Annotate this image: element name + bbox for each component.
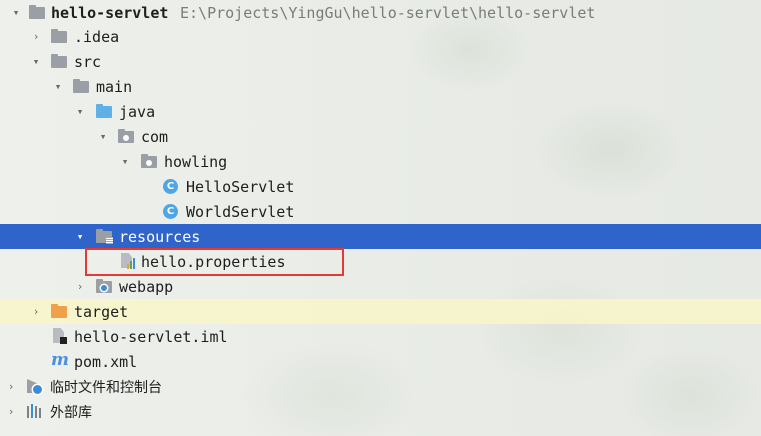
tree-item-pom[interactable]: m pom.xml [0,349,761,374]
tree-item-label: 外部库 [50,404,92,421]
class-icon: C [162,179,180,195]
tree-item-label: webapp [119,277,174,296]
excluded-folder-icon [50,303,68,319]
tree-item-helloservlet[interactable]: C HelloServlet [0,174,761,199]
tree-item-label: java [119,102,156,121]
tree-item-label: pom.xml [74,352,138,371]
tree-root-row[interactable]: ▾ hello-servlet E:\Projects\YingGu\hello… [0,0,761,25]
tree-item-external-libraries[interactable]: › 外部库 [0,399,761,424]
tree-item-howling[interactable]: ▾ howling [0,149,761,174]
maven-icon: m [51,350,69,370]
tree-item-label: howling [164,152,228,171]
chevron-down-icon[interactable]: ▾ [8,5,24,21]
tree-item-label: .idea [74,27,120,46]
tree-item-iml[interactable]: hello-servlet.iml [0,324,761,349]
iml-file-icon [50,328,68,344]
tree-item-label: 临时文件和控制台 [50,379,162,396]
libraries-icon [26,403,44,419]
tree-item-target[interactable]: › target [0,299,761,324]
tree-item-worldservlet[interactable]: C WorldServlet [0,199,761,224]
folder-icon [72,78,90,94]
tree-item-label: main [96,77,133,96]
chevron-right-icon[interactable]: › [72,279,88,295]
tree-item-com[interactable]: ▾ com [0,124,761,149]
folder-icon [50,28,68,44]
chevron-right-icon[interactable]: › [28,304,44,320]
scratches-icon [26,378,44,394]
package-icon [140,153,158,169]
tree-item-resources[interactable]: ▾ resources [0,224,761,249]
tree-item-label: hello-servlet.iml [74,327,228,346]
chevron-down-icon[interactable]: ▾ [50,79,66,95]
folder-icon [50,53,68,69]
tree-item-scratches[interactable]: › 临时文件和控制台 [0,374,761,399]
tree-item-idea[interactable]: › .idea [0,24,761,49]
package-icon [117,128,135,144]
project-name: hello-servlet [51,3,169,22]
tree-item-label: resources [119,227,201,246]
chevron-down-icon[interactable]: ▾ [95,129,111,145]
project-path: E:\Projects\YingGu\hello-servlet\hello-s… [180,3,596,22]
chevron-down-icon[interactable]: ▾ [117,154,133,170]
tree-item-java[interactable]: ▾ java [0,99,761,124]
class-icon: C [162,204,180,220]
source-folder-icon [95,103,113,119]
tree-item-main[interactable]: ▾ main [0,74,761,99]
tree-item-src[interactable]: ▾ src [0,49,761,74]
annotation-highlight-box [85,248,344,276]
chevron-down-icon[interactable]: ▾ [72,104,88,120]
tree-item-label: WorldServlet [186,202,295,221]
chevron-right-icon[interactable]: › [3,379,19,395]
chevron-right-icon[interactable]: › [28,29,44,45]
tree-item-label: HelloServlet [186,177,295,196]
tree-item-label: src [74,52,102,71]
tree-item-label: target [74,302,129,321]
resources-folder-icon [95,228,113,244]
chevron-down-icon[interactable]: ▾ [72,229,88,245]
tree-item-label: com [141,127,169,146]
chevron-right-icon[interactable]: › [3,404,19,420]
tree-item-webapp[interactable]: › webapp [0,274,761,299]
chevron-down-icon[interactable]: ▾ [28,54,44,70]
folder-icon [28,4,46,20]
web-folder-icon [95,278,113,294]
